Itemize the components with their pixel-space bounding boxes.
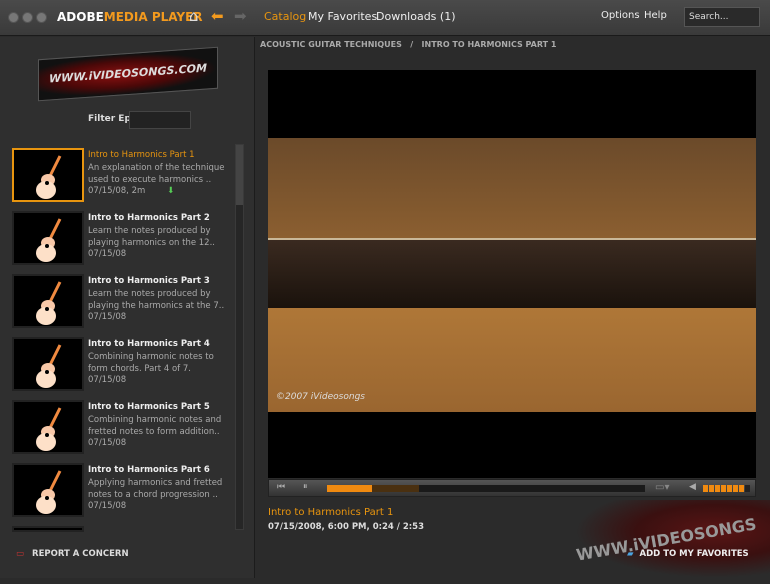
episode-item[interactable]: Intro to Harmonics Part 5 Combining harm…: [12, 400, 234, 458]
episode-item[interactable]: Intro to Harmonics Part 2 Learn the note…: [12, 211, 234, 269]
episode-date: 07/15/08: [88, 438, 126, 448]
episode-item[interactable]: Intro to Harmonics Part 1 An explanation…: [12, 148, 234, 206]
scrollbar[interactable]: [235, 144, 244, 530]
episode-date-text: 07/15/08, 2m: [88, 186, 146, 196]
episode-description: Combining harmonic notes to form chords.…: [88, 352, 214, 374]
display-mode-icon[interactable]: ▭▾: [655, 482, 669, 493]
volume-slider[interactable]: [703, 485, 750, 492]
app-brand: ADOBEMEDIA PLAYER: [57, 10, 203, 24]
nav-catalog[interactable]: Catalog: [264, 10, 306, 23]
episode-date: 07/15/08: [88, 501, 126, 511]
episode-item[interactable]: Intro to Harmonics Part 6 Applying harmo…: [12, 463, 234, 521]
volume-segment[interactable]: [739, 485, 744, 492]
filter-episodes-input[interactable]: [129, 111, 191, 129]
volume-segment[interactable]: [703, 485, 708, 492]
episode-date-text: 07/15/08: [88, 249, 127, 259]
volume-segment[interactable]: [727, 485, 732, 492]
episode-title: Intro to Harmonics Part 5: [88, 402, 210, 412]
guitar-fretboard: [268, 238, 756, 308]
video-player[interactable]: ©2007 iVideosongs: [268, 70, 756, 478]
episode-thumbnail: [12, 400, 84, 454]
folder-icon: ▰: [627, 549, 634, 559]
episode-date-text: 07/15/08: [88, 312, 127, 322]
player-controls: ⏮ ⏸ ▭▾ ◀: [268, 479, 756, 497]
nav-my-favorites[interactable]: My Favorites: [308, 10, 377, 23]
episode-thumbnail: [12, 148, 84, 202]
channel-logo: WWW.iVIDEOSONGS.COM: [38, 46, 218, 102]
episode-date-text: 07/15/08: [88, 438, 127, 448]
episode-item[interactable]: Intro to Harmonics Part 4 Combining harm…: [12, 337, 234, 395]
brand-adobe: ADOBE: [57, 10, 104, 24]
downloaded-icon: ⬇: [167, 186, 175, 196]
window-maximize-button[interactable]: [36, 12, 47, 23]
episode-title: Intro to Harmonics Part 3: [88, 276, 210, 286]
search-input[interactable]: Search...: [684, 7, 760, 27]
home-icon[interactable]: ⌂: [189, 7, 199, 25]
breadcrumb-parent[interactable]: ACOUSTIC GUITAR TECHNIQUES: [260, 40, 402, 49]
pause-button[interactable]: ⏸: [303, 482, 308, 492]
episode-thumbnail: [12, 526, 84, 532]
played-bar: [327, 485, 372, 492]
video-copyright: ©2007 iVideosongs: [276, 392, 365, 402]
episode-thumbnail: [12, 337, 84, 391]
add-to-favorites-button[interactable]: ▰ ADD TO MY FAVORITES: [627, 549, 749, 559]
episode-date: 07/15/08: [88, 375, 126, 385]
volume-icon[interactable]: ◀: [689, 482, 696, 492]
episode-description: An explanation of the technique used to …: [88, 163, 225, 185]
add-favorites-label: ADD TO MY FAVORITES: [639, 549, 749, 559]
episode-date-text: 07/15/08: [88, 501, 127, 511]
volume-segment[interactable]: [715, 485, 720, 492]
episode-date-text: 07/15/08: [88, 375, 127, 385]
previous-button[interactable]: ⏮: [277, 482, 285, 492]
episode-title: Intro to Harmonics Part 1: [88, 150, 195, 160]
episode-thumbnail: [12, 463, 84, 517]
episode-description: Learn the notes produced by playing the …: [88, 289, 225, 311]
video-meta: 07/15/2008, 6:00 PM, 0:24 / 2:53: [268, 522, 424, 532]
breadcrumb-separator: /: [410, 40, 414, 49]
episode-date: 07/15/08: [88, 312, 126, 322]
watermark-logo: WWW.iVIDEOSONGS: [575, 500, 770, 578]
episode-title: Intro to Harmonics Part 4: [88, 339, 210, 349]
top-bar: ADOBEMEDIA PLAYER ⌂ ⬅ ➡ Catalog My Favor…: [0, 0, 770, 36]
video-title: Intro to Harmonics Part 1: [268, 507, 394, 518]
volume-segment[interactable]: [745, 485, 750, 492]
episode-description: Combining harmonic notes and fretted not…: [88, 415, 222, 437]
episode-title: Intro to Harmonics Part 6: [88, 465, 210, 475]
volume-segment[interactable]: [721, 485, 726, 492]
volume-segment[interactable]: [709, 485, 714, 492]
seek-bar[interactable]: [327, 485, 645, 492]
nav-options[interactable]: Options: [601, 10, 640, 21]
episode-item[interactable]: Intro to Harmonics Part 3 Learn the note…: [12, 274, 234, 332]
report-concern-button[interactable]: ▭ REPORT A CONCERN: [16, 549, 129, 559]
volume-segment[interactable]: [733, 485, 738, 492]
breadcrumb-current: INTRO TO HARMONICS PART 1: [421, 40, 557, 49]
nav-downloads[interactable]: Downloads (1): [376, 10, 456, 23]
video-frame: ©2007 iVideosongs: [268, 138, 756, 412]
report-label: REPORT A CONCERN: [32, 549, 129, 559]
episode-thumbnail: [12, 274, 84, 328]
brand-media-player: MEDIA PLAYER: [103, 10, 203, 24]
episode-description: Learn the notes produced by playing harm…: [88, 226, 215, 248]
breadcrumb: ACOUSTIC GUITAR TECHNIQUES / INTRO TO HA…: [260, 40, 556, 49]
nav-help[interactable]: Help: [644, 10, 667, 21]
sidebar: WWW.iVIDEOSONGS.COM Filter Episodes Intr…: [0, 37, 255, 578]
episode-title: Intro to Harmonics Part 2: [88, 213, 210, 223]
episode-date: 07/15/08: [88, 249, 126, 259]
forward-arrow-icon[interactable]: ➡: [234, 7, 247, 25]
window-close-button[interactable]: [8, 12, 19, 23]
back-arrow-icon[interactable]: ⬅: [211, 7, 224, 25]
episode-description: Applying harmonics and fretted notes to …: [88, 478, 223, 500]
report-icon: ▭: [16, 549, 25, 559]
scrollbar-thumb[interactable]: [236, 145, 243, 205]
episode-thumbnail: [12, 211, 84, 265]
episode-date: 07/15/08, 2m ⬇: [88, 186, 174, 196]
window-minimize-button[interactable]: [22, 12, 33, 23]
